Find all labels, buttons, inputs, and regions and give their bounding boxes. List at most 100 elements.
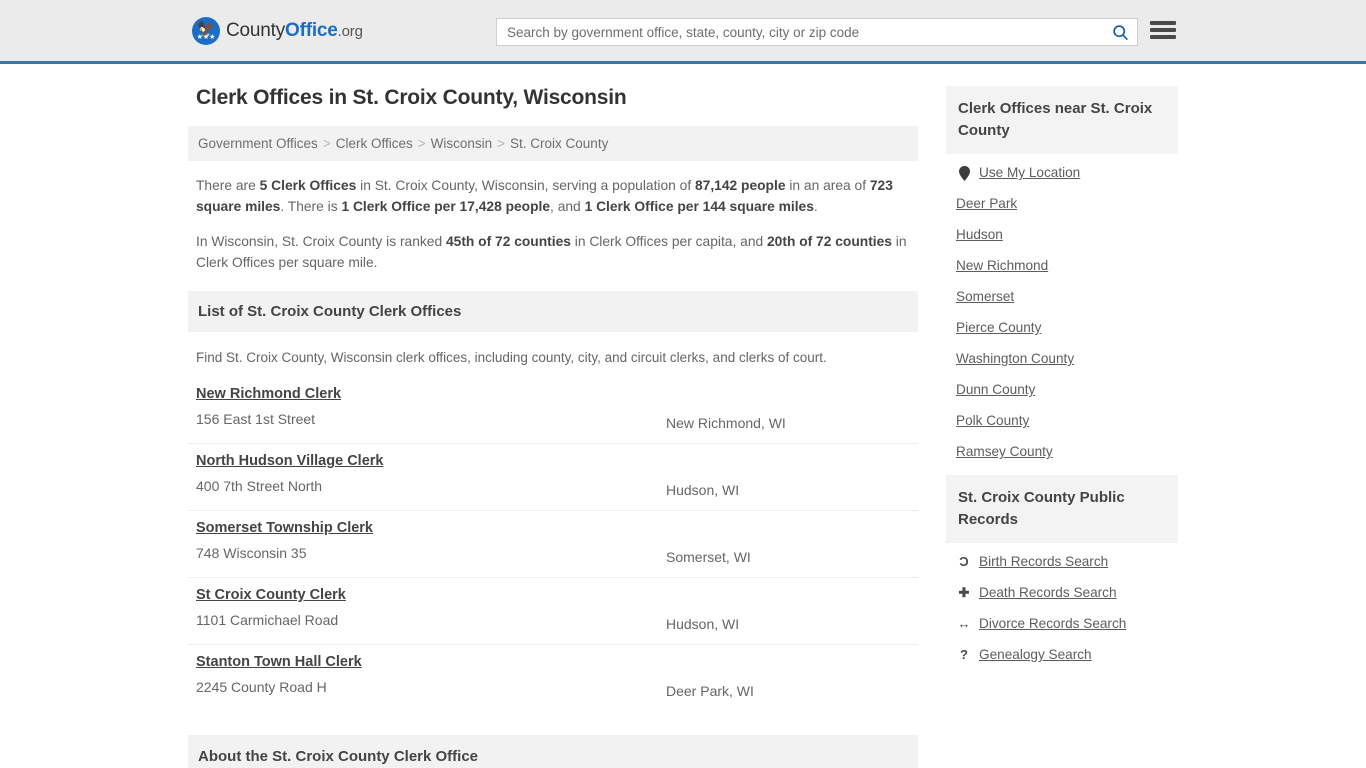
nearby-item[interactable]: Polk County: [956, 412, 1176, 430]
nearby-item[interactable]: Somerset: [956, 288, 1176, 306]
office-row: New Richmond Clerk 156 East 1st Street New…: [188, 377, 918, 444]
office-row: St Croix County Clerk 1101 Carmichael Roa…: [188, 578, 918, 645]
office-city-state: New Richmond, WI: [666, 415, 786, 431]
office-address: 1101 Carmichael Road: [196, 612, 339, 628]
nearby-offices-list: Use My Location Deer Park Hudson New Richmo…: [946, 154, 1178, 461]
logo-text-part1: County: [226, 20, 286, 41]
public-record-item[interactable]: ? Genealogy Search: [956, 646, 1176, 664]
office-row: North Hudson Village Clerk 400 7th Street…: [188, 444, 918, 511]
breadcrumb-item-2[interactable]: Clerk Offices: [336, 136, 413, 151]
breadcrumb: Government Offices > Clerk Offices > Wiscons…: [188, 126, 918, 161]
office-city-state: Hudson, WI: [666, 616, 740, 632]
cross-icon: ✚: [958, 585, 970, 600]
breadcrumb-separator: >: [497, 136, 506, 151]
baby-icon: Ɔ: [959, 554, 969, 569]
nearby-item-label[interactable]: Use My Location: [979, 164, 1080, 182]
page-title: Clerk Offices in St. Croix County, Wisco…: [196, 86, 627, 109]
list-section-subtext: Find St. Croix County, Wisconsin clerk o…: [196, 350, 827, 365]
intro1-run-5: in an area of: [785, 178, 870, 193]
public-record-label[interactable]: Genealogy Search: [979, 646, 1092, 664]
hamburger-bar-1: [1150, 21, 1176, 25]
office-address: 156 East 1st Street: [196, 411, 316, 427]
site-header: 🦅 ★★★ CountyOffice.org: [0, 0, 1366, 64]
nearby-item[interactable]: Ramsey County: [956, 443, 1176, 461]
site-logo[interactable]: 🦅 ★★★ CountyOffice.org: [192, 17, 363, 45]
nearby-item-label[interactable]: Polk County: [956, 412, 1029, 430]
office-city-state: Deer Park, WI: [666, 683, 754, 699]
search-button[interactable]: [1103, 19, 1137, 45]
search-box[interactable]: [496, 18, 1138, 46]
sidebar: Clerk Offices near St. Croix County Use …: [946, 86, 1178, 678]
office-list: New Richmond Clerk 156 East 1st Street New…: [188, 377, 918, 711]
office-name-link[interactable]: St Croix County Clerk: [196, 587, 346, 603]
nearby-offices-header: Clerk Offices near St. Croix County: [946, 86, 1178, 154]
search-input[interactable]: [497, 19, 1103, 45]
page-body: Clerk Offices in St. Croix County, Wisco…: [0, 64, 1366, 768]
breadcrumb-separator: >: [322, 136, 331, 151]
nearby-item[interactable]: New Richmond: [956, 257, 1176, 275]
nearby-item-label[interactable]: Somerset: [956, 288, 1014, 306]
nearby-item-label[interactable]: Deer Park: [956, 195, 1017, 213]
office-city-state: Hudson, WI: [666, 482, 740, 498]
logo-text-part3: .org: [337, 23, 363, 40]
intro-paragraph-2: In Wisconsin, St. Croix County is ranked…: [196, 231, 912, 273]
public-records-header: St. Croix County Public Records: [946, 475, 1178, 543]
intro1-run-1: There are: [196, 178, 260, 193]
main-content: Clerk Offices in St. Croix County, Wisco…: [188, 86, 918, 768]
office-name-link[interactable]: Somerset Township Clerk: [196, 520, 373, 536]
nearby-item[interactable]: Use My Location: [956, 164, 1176, 182]
office-address: 2245 County Road H: [196, 679, 327, 695]
nearby-item-label[interactable]: Ramsey County: [956, 443, 1053, 461]
split-arrows-icon: ↔: [957, 616, 971, 631]
intro2-run-4: 20th of 72 counties: [767, 234, 892, 249]
office-details: Somerset Township Clerk 748 Wisconsin 35: [196, 519, 666, 561]
nearby-item-label[interactable]: Pierce County: [956, 319, 1041, 337]
hamburger-bar-3: [1150, 35, 1176, 39]
nearby-item[interactable]: Hudson: [956, 226, 1176, 244]
about-section-header: About the St. Croix County Clerk Office: [188, 735, 918, 768]
breadcrumb-item-1[interactable]: Government Offices: [198, 136, 318, 151]
nearby-item-label[interactable]: Washington County: [956, 350, 1074, 368]
nearby-item[interactable]: Pierce County: [956, 319, 1176, 337]
public-record-label[interactable]: Birth Records Search: [979, 553, 1108, 571]
hamburger-menu-icon[interactable]: [1150, 19, 1176, 41]
public-record-item[interactable]: ↔ Divorce Records Search: [956, 615, 1176, 633]
office-details: St Croix County Clerk 1101 Carmichael Roa…: [196, 586, 666, 628]
logo-text-part2: Office: [285, 20, 338, 41]
office-address: 748 Wisconsin 35: [196, 545, 307, 561]
office-row: Stanton Town Hall Clerk 2245 County Road …: [188, 645, 918, 711]
nearby-item[interactable]: Washington County: [956, 350, 1176, 368]
office-details: New Richmond Clerk 156 East 1st Street: [196, 385, 666, 427]
public-record-item[interactable]: Ɔ Birth Records Search: [956, 553, 1176, 571]
breadcrumb-item-3[interactable]: Wisconsin: [431, 136, 493, 151]
office-name-link[interactable]: Stanton Town Hall Clerk: [196, 654, 362, 670]
intro2-run-2: 45th of 72 counties: [445, 234, 571, 249]
intro1-run-7: . There is: [280, 199, 342, 214]
nearby-item-label[interactable]: New Richmond: [956, 257, 1048, 275]
office-details: Stanton Town Hall Clerk 2245 County Road …: [196, 653, 666, 695]
logo-text: CountyOffice.org: [226, 20, 363, 42]
public-records-panel: St. Croix County Public Records Ɔ Birth R…: [946, 475, 1178, 664]
search-icon: [1112, 24, 1128, 40]
public-records-list: Ɔ Birth Records Search ✚ Death Records Sear…: [946, 543, 1178, 664]
question-mark-icon: ?: [960, 647, 968, 662]
nearby-item-label[interactable]: Dunn County: [956, 381, 1035, 399]
breadcrumb-item-4[interactable]: St. Croix County: [510, 136, 608, 151]
map-pin-icon: [956, 165, 972, 181]
office-name-link[interactable]: New Richmond Clerk: [196, 386, 341, 402]
intro1-run-11: .: [813, 199, 818, 214]
office-name-link[interactable]: North Hudson Village Clerk: [196, 453, 383, 469]
nearby-item[interactable]: Dunn County: [956, 381, 1176, 399]
office-row: Somerset Township Clerk 748 Wisconsin 35 S…: [188, 511, 918, 578]
public-record-label[interactable]: Death Records Search: [979, 584, 1117, 602]
intro1-run-4: 87,142 people: [695, 178, 786, 193]
intro-paragraph-1: There are 5 Clerk Offices in St. Croix C…: [196, 175, 912, 217]
public-record-label[interactable]: Divorce Records Search: [979, 615, 1126, 633]
public-record-item[interactable]: ✚ Death Records Search: [956, 584, 1176, 602]
nearby-item[interactable]: Deer Park: [956, 195, 1176, 213]
intro1-run-9: , and: [550, 199, 585, 214]
nearby-item-label[interactable]: Hudson: [956, 226, 1003, 244]
intro1-run-8: 1 Clerk Office per 17,428 people: [341, 199, 551, 214]
intro2-run-1: In Wisconsin, St. Croix County is ranked: [196, 234, 446, 249]
nearby-offices-panel: Clerk Offices near St. Croix County Use …: [946, 86, 1178, 461]
